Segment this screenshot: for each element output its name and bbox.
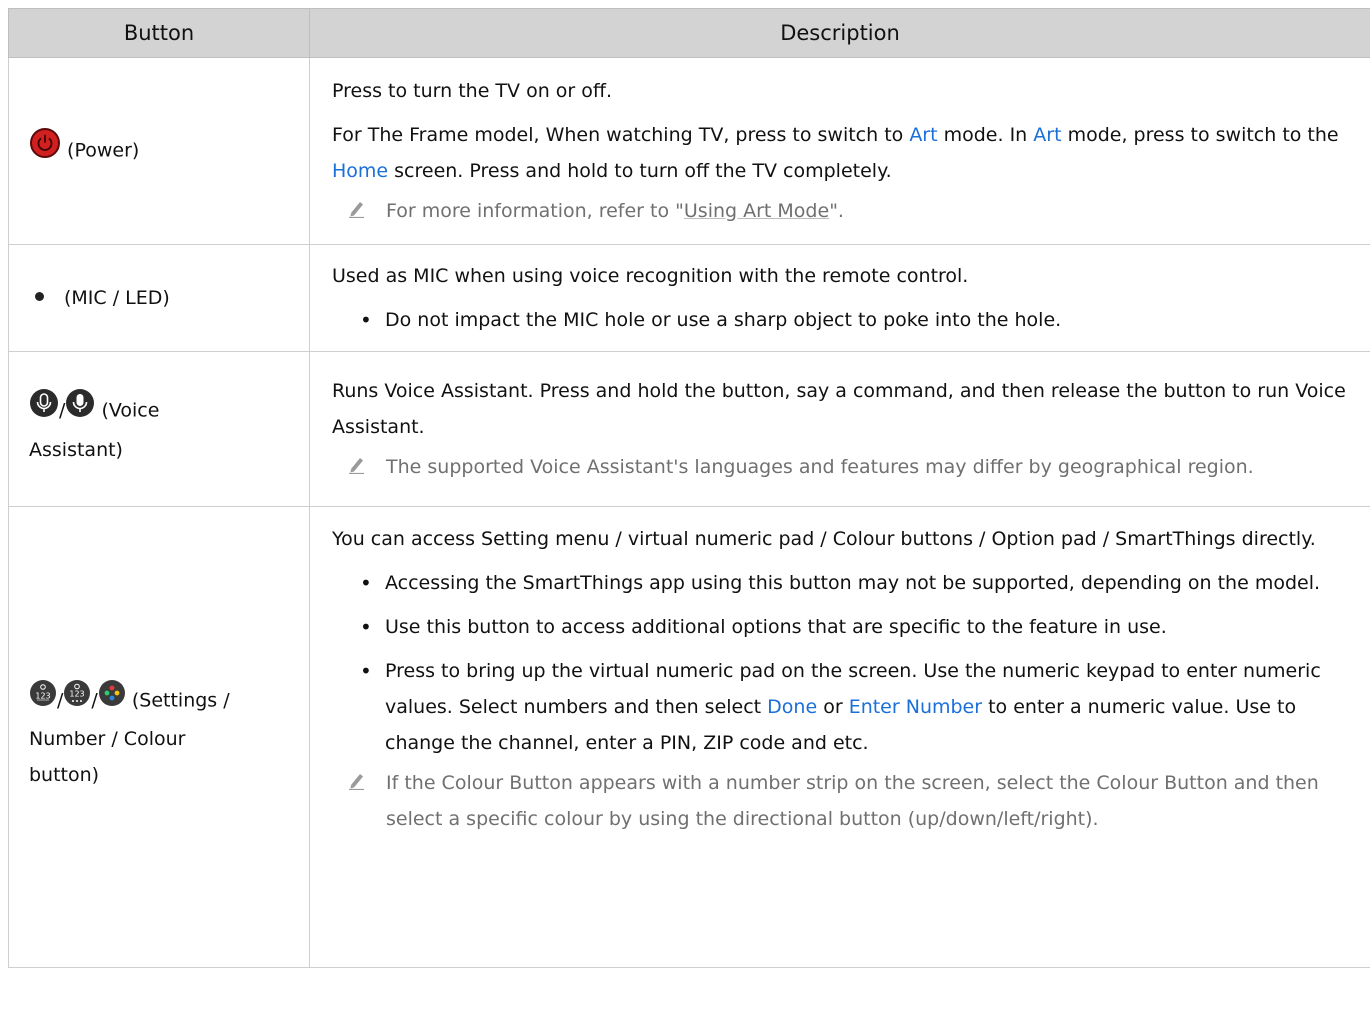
bullet-icon: • bbox=[360, 308, 372, 332]
power-icon bbox=[29, 127, 61, 171]
table-header-row: Button Description bbox=[8, 8, 1370, 58]
button-label: (Settings / bbox=[131, 689, 230, 712]
art-link[interactable]: Art bbox=[1033, 124, 1061, 146]
header-button: Button bbox=[8, 8, 310, 58]
button-label: Number / Colour bbox=[29, 728, 186, 750]
microphone-icon bbox=[65, 388, 95, 430]
settings-number-icon: 123 bbox=[29, 679, 57, 719]
description-text: Runs Voice Assistant. Press and hold the… bbox=[332, 379, 1346, 438]
microphone-icon bbox=[29, 388, 59, 430]
note: The supported Voice Assistant's language… bbox=[332, 449, 1362, 486]
bullet-icon: • bbox=[360, 659, 372, 683]
button-cell-power: (Power) bbox=[8, 57, 310, 245]
description-text: Used as MIC when using voice recognition… bbox=[332, 265, 969, 287]
home-link[interactable]: Home bbox=[332, 160, 388, 182]
description-cell-mic-led: Used as MIC when using voice recognition… bbox=[309, 244, 1370, 352]
button-cell-settings-number-colour: 123 / 123 / (Settings / Number / Colour … bbox=[8, 506, 310, 968]
pencil-note-icon bbox=[332, 193, 382, 230]
button-label: button) bbox=[29, 764, 100, 786]
button-label: (MIC / LED) bbox=[64, 287, 170, 309]
table-row: / (Voice Assistant) Runs Voice Assistant… bbox=[8, 351, 1370, 507]
list-item: • Use this button to access additional o… bbox=[332, 609, 1362, 645]
description-cell-voice-assistant: Runs Voice Assistant. Press and hold the… bbox=[309, 351, 1370, 507]
button-cell-voice-assistant: / (Voice Assistant) bbox=[8, 351, 310, 507]
table-row: 123 / 123 / (Settings / Number / Colour … bbox=[8, 506, 1370, 968]
list-item: • Press to bring up the virtual numeric … bbox=[332, 653, 1362, 761]
button-label: (Power) bbox=[67, 139, 140, 162]
list-item: • Accessing the SmartThings app using th… bbox=[332, 565, 1362, 601]
done-link[interactable]: Done bbox=[767, 696, 817, 718]
art-link[interactable]: Art bbox=[909, 124, 937, 146]
button-label: Assistant) bbox=[29, 439, 123, 461]
note: If the Colour Button appears with a numb… bbox=[332, 765, 1362, 837]
table-row: (MIC / LED) Used as MIC when using voice… bbox=[8, 244, 1370, 352]
svg-text:123: 123 bbox=[70, 690, 85, 699]
pencil-note-icon bbox=[332, 449, 382, 486]
note: For more information, refer to "Using Ar… bbox=[332, 193, 1362, 230]
description-cell-settings-number-colour: You can access Setting menu / virtual nu… bbox=[309, 506, 1370, 968]
list-item: • Do not impact the MIC hole or use a sh… bbox=[332, 302, 1362, 338]
table-row: (Power) Press to turn the TV on or off. … bbox=[8, 57, 1370, 245]
remote-buttons-table: Button Description (Power) Press to turn… bbox=[8, 8, 1370, 968]
svg-text:123: 123 bbox=[35, 692, 50, 701]
colour-button-icon bbox=[98, 679, 126, 719]
bullet-icon: • bbox=[360, 571, 372, 595]
description-cell-power: Press to turn the TV on or off. For The … bbox=[309, 57, 1370, 245]
bullet-icon: • bbox=[360, 615, 372, 639]
pencil-note-icon bbox=[332, 765, 382, 837]
button-label: (Voice bbox=[101, 399, 160, 422]
enter-number-link[interactable]: Enter Number bbox=[849, 696, 982, 718]
mic-led-dot-icon bbox=[35, 292, 44, 301]
description-text: You can access Setting menu / virtual nu… bbox=[332, 528, 1316, 550]
settings-number-icon: 123 bbox=[63, 679, 91, 719]
description-text: For The Frame model, When watching TV, p… bbox=[332, 123, 1339, 182]
header-description: Description bbox=[309, 8, 1370, 58]
button-cell-mic-led: (MIC / LED) bbox=[8, 244, 310, 352]
description-text: Press to turn the TV on or off. bbox=[332, 79, 613, 102]
using-art-mode-link[interactable]: Using Art Mode bbox=[684, 200, 829, 222]
